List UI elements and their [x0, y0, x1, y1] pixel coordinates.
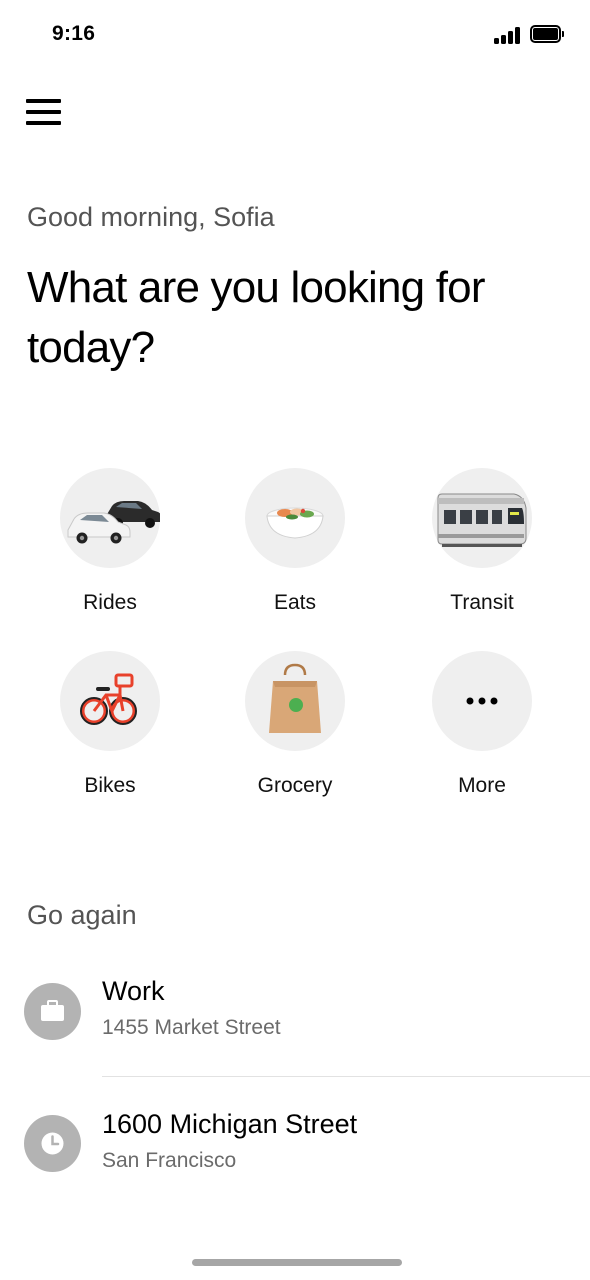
status-bar: 9:16 — [0, 0, 590, 70]
service-grocery[interactable]: Grocery — [215, 651, 375, 811]
service-eats[interactable]: Eats — [215, 468, 375, 628]
briefcase-icon — [24, 983, 81, 1040]
service-label: Eats — [273, 591, 317, 614]
service-bikes[interactable]: Bikes — [30, 651, 190, 811]
train-icon — [432, 468, 532, 568]
place-item-michigan[interactable]: 1600 Michigan Street San Francisco — [0, 1093, 590, 1213]
clock-icon — [24, 1115, 81, 1172]
section-title-go-again: Go again — [27, 900, 137, 930]
home-indicator[interactable] — [192, 1259, 402, 1266]
bike-icon — [60, 651, 160, 751]
status-time: 9:16 — [52, 22, 96, 45]
cellular-signal-icon — [494, 26, 522, 44]
car-icon — [60, 468, 162, 568]
service-label: Rides — [83, 591, 137, 614]
service-label: Grocery — [257, 774, 333, 797]
service-label: Bikes — [84, 774, 136, 797]
greeting: Good morning, Sofia — [27, 202, 275, 232]
service-label: Transit — [450, 591, 514, 614]
place-address: 1455 Market Street — [102, 1016, 281, 1039]
hamburger-menu-icon[interactable] — [24, 96, 64, 130]
place-name: 1600 Michigan Street — [102, 1109, 358, 1139]
service-more[interactable]: More — [402, 651, 562, 811]
food-bowl-icon — [245, 468, 345, 568]
divider — [102, 1076, 590, 1077]
more-dots-icon — [432, 651, 532, 751]
place-item-work[interactable]: Work 1455 Market Street — [0, 960, 590, 1080]
page-title: What are you looking for today? — [27, 263, 486, 372]
grocery-bag-icon — [245, 651, 345, 751]
battery-icon — [530, 25, 564, 43]
service-transit[interactable]: Transit — [402, 468, 562, 628]
service-rides[interactable]: Rides — [30, 468, 190, 628]
place-name: Work — [102, 976, 165, 1006]
place-address: San Francisco — [102, 1149, 237, 1172]
service-label: More — [458, 774, 506, 797]
